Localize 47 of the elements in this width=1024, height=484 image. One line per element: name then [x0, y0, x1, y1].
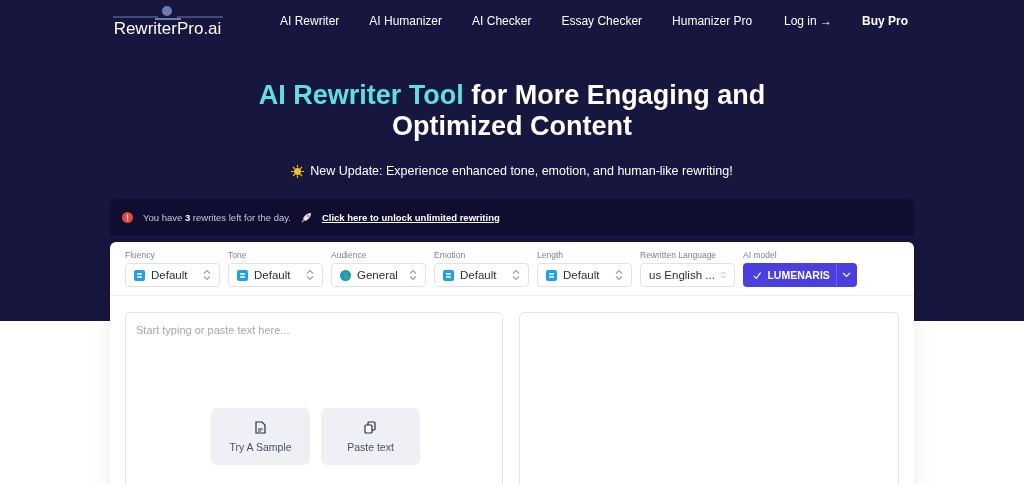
updown-icon	[615, 269, 623, 281]
updown-icon	[203, 269, 211, 281]
app-icon	[134, 269, 145, 281]
globe-icon	[340, 269, 351, 281]
alert-icon	[122, 211, 133, 223]
logo-icon	[112, 4, 223, 20]
sun-icon	[291, 164, 305, 178]
updown-icon	[512, 269, 520, 281]
option-label: Rewritten Language	[640, 250, 718, 260]
select-field[interactable]: us English ...	[640, 263, 735, 287]
app-icon	[237, 269, 248, 281]
model-button[interactable]: LUMENARIS	[743, 263, 857, 287]
updown-icon	[409, 269, 417, 281]
select-field[interactable]: General	[331, 263, 426, 287]
chevron-down-icon	[842, 272, 852, 278]
unlock-link[interactable]: Click here to unlock unlimited rewriting	[321, 211, 500, 223]
option-label: Fluency	[125, 250, 156, 260]
buy-pro-link[interactable]: Buy Pro	[862, 14, 908, 28]
nav-link[interactable]: AI Rewriter	[265, 14, 355, 28]
option-label: Emotion	[434, 250, 467, 260]
nav-link[interactable]: Humanizer Pro	[657, 14, 768, 28]
nav-link[interactable]: AI Humanizer	[354, 14, 458, 28]
option-label: Tone	[228, 250, 248, 260]
app-icon	[546, 269, 557, 281]
logo-text[interactable]: RewriterPro.ai	[113, 20, 222, 38]
updown-icon	[720, 269, 726, 281]
hero-title: AI Rewriter Tool for More Engaging and Optimized Content	[257, 80, 767, 142]
nav-link[interactable]: AI Checker	[457, 14, 547, 28]
paste-button[interactable]: Paste text	[321, 408, 420, 465]
app-icon	[443, 269, 454, 281]
select-field[interactable]: Default	[434, 263, 529, 287]
option-label: Audience	[331, 250, 368, 260]
select-field[interactable]: Default	[228, 263, 323, 287]
rocket-icon	[300, 211, 312, 223]
select-field[interactable]: Default	[125, 263, 220, 287]
notice-text: You have 3 rewrites left for the day.	[143, 211, 291, 223]
option-label: AI model	[743, 250, 778, 260]
login-link[interactable]: Log in →	[783, 14, 832, 28]
check-icon	[753, 270, 762, 280]
nav-link[interactable]: Essay Checker	[546, 14, 658, 28]
update-text: New Update: Experience enhanced tone, emotion, and human-like rewriting!	[310, 164, 733, 178]
sample-button[interactable]: Try A Sample	[211, 408, 310, 465]
document-icon	[255, 420, 266, 434]
updown-icon	[306, 269, 314, 281]
select-field[interactable]: Default	[537, 263, 632, 287]
copy-icon	[364, 420, 377, 434]
option-label: Length	[537, 250, 564, 260]
